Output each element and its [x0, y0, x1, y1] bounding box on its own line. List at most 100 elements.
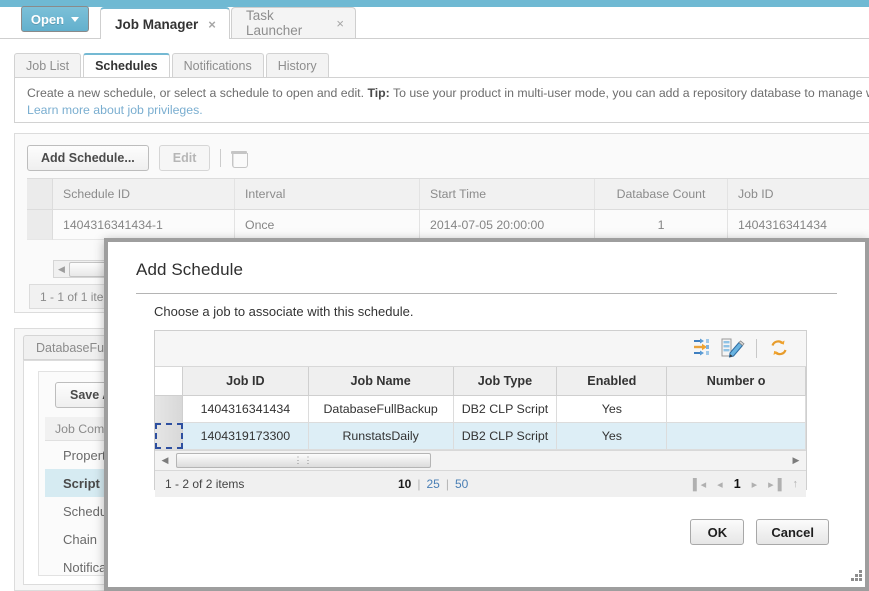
column-interval[interactable]: Interval	[235, 179, 420, 209]
job-selection-grid: Job ID Job Name Job Type Enabled Number …	[154, 330, 807, 497]
grid-header-row: Job ID Job Name Job Type Enabled Number …	[155, 367, 806, 396]
first-page-icon[interactable]: ▌◂	[693, 478, 706, 491]
tab-task-launcher-label: Task Launcher	[246, 8, 303, 38]
title-bar-strip	[0, 0, 869, 7]
sub-tab-bar: Job List Schedules Notifications History	[14, 53, 331, 77]
ok-button[interactable]: OK	[690, 519, 745, 545]
column-schedule-id[interactable]: Schedule ID	[53, 179, 235, 209]
pager-controls: ▌◂ ◂ 1 ▸ ▸▐ ↑	[693, 477, 798, 491]
cell-enabled: Yes	[557, 423, 668, 449]
app-window: Open Job Manager × Task Launcher × Job L…	[0, 0, 869, 591]
edit-pencil-icon[interactable]	[721, 337, 747, 361]
cell-number-of	[667, 396, 806, 422]
cell-job-id: 1404316341434	[728, 210, 869, 240]
cancel-button[interactable]: Cancel	[756, 519, 829, 545]
page-size-50[interactable]: 50	[455, 477, 468, 491]
subtab-notifications[interactable]: Notifications	[171, 53, 264, 77]
page-size-10[interactable]: 10	[398, 477, 411, 491]
row-select-cell[interactable]	[27, 210, 53, 240]
toolbar-separator	[756, 339, 757, 358]
refresh-page-icon[interactable]: ↑	[793, 478, 799, 490]
tab-job-manager[interactable]: Job Manager ×	[100, 7, 230, 39]
row-select-header	[27, 179, 53, 209]
column-job-id[interactable]: Job ID	[728, 179, 869, 209]
add-schedule-button[interactable]: Add Schedule...	[27, 145, 149, 171]
dialog-footer: OK Cancel	[690, 519, 829, 545]
dialog-title: Add Schedule	[136, 260, 244, 279]
subtab-history-label: History	[277, 58, 317, 73]
component-label: Chain	[63, 531, 97, 547]
grid-status-bar: 1 - 2 of 2 items 10 | 25 | 50 ▌◂ ◂ 1 ▸ ▸…	[155, 470, 806, 497]
edit-button: Edit	[158, 145, 211, 171]
add-schedule-dialog: Add Schedule Choose a job to associate w…	[104, 238, 869, 591]
open-button-label: Open	[30, 11, 65, 27]
cell-interval: Once	[235, 210, 420, 240]
cell-job-name: RunstatsDaily	[309, 423, 454, 449]
description-text: Create a new schedule, or select a sched…	[27, 85, 869, 102]
cell-job-type: DB2 CLP Script	[454, 396, 558, 422]
component-label: Script	[63, 475, 100, 491]
cell-job-type: DB2 CLP Script	[454, 423, 558, 449]
table-row[interactable]: 1404316341434-1 Once 2014-07-05 20:00:00…	[27, 210, 869, 240]
page-size-25[interactable]: 25	[426, 477, 439, 491]
column-start-time[interactable]: Start Time	[420, 179, 595, 209]
cell-start-time: 2014-07-05 20:00:00	[420, 210, 595, 240]
subtab-job-list[interactable]: Job List	[14, 53, 82, 77]
cell-job-id: 1404316341434	[183, 396, 309, 422]
cell-job-id: 1404319173300	[183, 423, 309, 449]
subtab-schedules[interactable]: Schedules	[83, 53, 170, 77]
cell-schedule-id: 1404316341434-1	[53, 210, 235, 240]
learn-more-link[interactable]: Learn more about job privileges.	[27, 102, 869, 119]
description-lead: Create a new schedule, or select a sched…	[27, 86, 368, 100]
prev-page-icon[interactable]: ◂	[717, 478, 723, 491]
resize-grip-icon[interactable]	[848, 570, 862, 584]
page-size-selector: 10 | 25 | 50	[398, 477, 468, 491]
tab-task-launcher[interactable]: Task Launcher ×	[231, 7, 356, 38]
description-tip-label: Tip:	[367, 86, 390, 100]
chevron-down-icon	[71, 16, 80, 22]
tab-job-manager-label: Job Manager	[115, 16, 199, 32]
scroll-left-icon[interactable]: ◀	[54, 261, 69, 277]
row-select-cell[interactable]	[155, 423, 183, 449]
schedules-table-header: Schedule ID Interval Start Time Database…	[27, 178, 869, 210]
subtab-history[interactable]: History	[265, 53, 329, 77]
scrollbar-thumb[interactable]: ⋮⋮	[176, 453, 431, 468]
next-page-icon[interactable]: ▸	[752, 478, 758, 491]
trash-icon[interactable]	[231, 150, 249, 168]
column-enabled[interactable]: Enabled	[557, 367, 668, 395]
schedules-toolbar: Add Schedule... Edit	[27, 141, 249, 175]
column-job-type[interactable]: Job Type	[454, 367, 558, 395]
page-size-separator: |	[445, 477, 449, 491]
subtab-job-list-label: Job List	[26, 58, 70, 73]
description-tip-text: To use your product in multi-user mode, …	[389, 86, 869, 100]
filter-sort-icon[interactable]	[693, 337, 719, 361]
column-job-name[interactable]: Job Name	[309, 367, 454, 395]
open-button[interactable]: Open	[21, 6, 89, 32]
column-number-of[interactable]: Number o	[667, 367, 806, 395]
grid-item-count: 1 - 2 of 2 items	[165, 477, 245, 491]
subtab-schedules-label: Schedules	[95, 59, 158, 73]
cell-number-of	[667, 423, 806, 449]
schedules-table: Schedule ID Interval Start Time Database…	[27, 178, 869, 240]
row-select-header	[155, 367, 183, 395]
close-icon[interactable]: ×	[336, 17, 344, 30]
last-page-icon[interactable]: ▸▐	[768, 478, 781, 491]
scroll-left-icon[interactable]: ◀	[158, 455, 172, 466]
column-job-id[interactable]: Job ID	[183, 367, 309, 395]
grid-horizontal-scrollbar[interactable]: ◀ ⋮⋮ ▶	[155, 450, 806, 470]
scroll-right-icon[interactable]: ▶	[789, 455, 803, 466]
current-page-number[interactable]: 1	[734, 477, 741, 491]
column-database-count[interactable]: Database Count	[595, 179, 728, 209]
table-row[interactable]: 1404319173300 RunstatsDaily DB2 CLP Scri…	[155, 423, 806, 450]
row-select-cell[interactable]	[155, 396, 183, 422]
table-row[interactable]: 1404316341434 DatabaseFullBackup DB2 CLP…	[155, 396, 806, 423]
subtab-notifications-label: Notifications	[183, 58, 252, 73]
cell-enabled: Yes	[557, 396, 668, 422]
refresh-icon[interactable]	[768, 337, 794, 361]
toolbar-separator	[220, 149, 222, 167]
schedules-status-text: 1 - 1 of 1 item	[40, 289, 114, 304]
grid-toolbar	[155, 331, 806, 367]
page-size-separator: |	[417, 477, 421, 491]
cell-job-name: DatabaseFullBackup	[309, 396, 454, 422]
close-icon[interactable]: ×	[208, 18, 216, 31]
